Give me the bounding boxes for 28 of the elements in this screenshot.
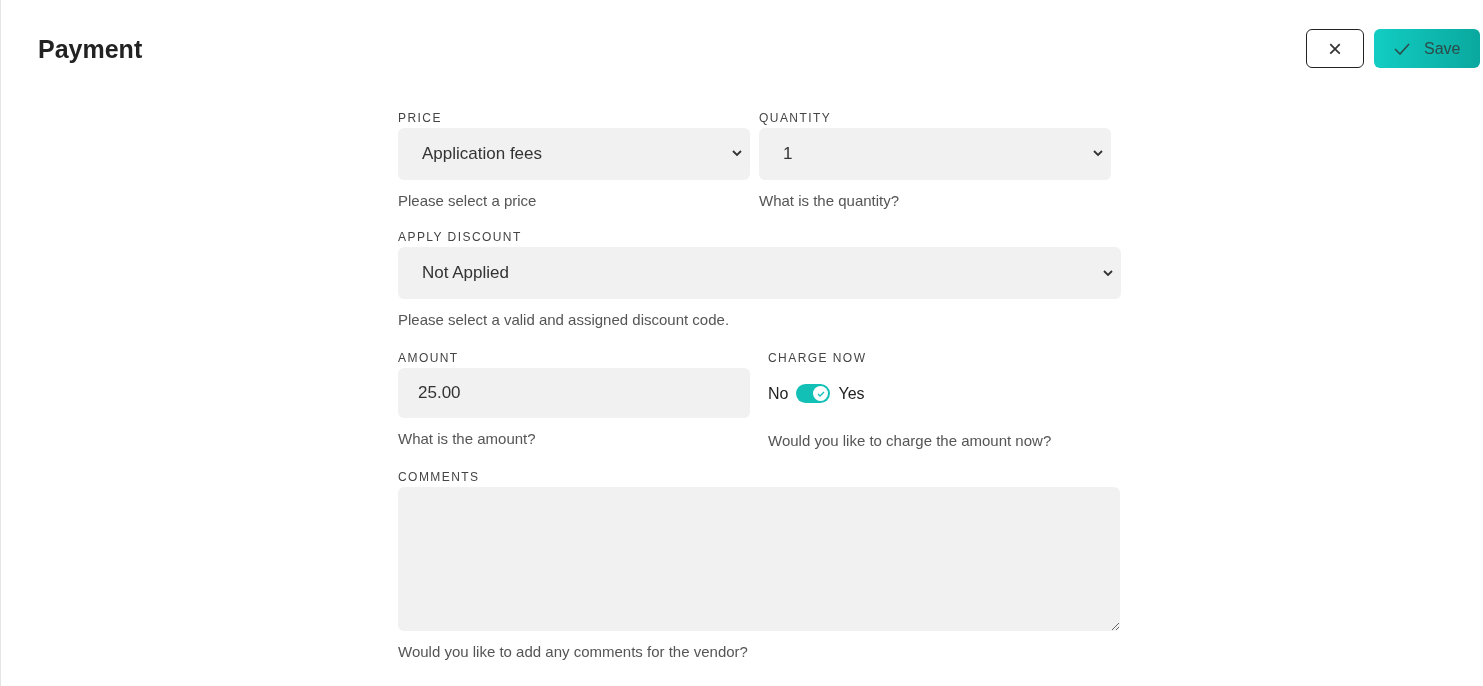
help-text: What is the amount? xyxy=(398,428,537,449)
check-icon xyxy=(1394,42,1410,55)
select-field[interactable]: 1 xyxy=(759,127,1111,180)
help-text: Would you like to charge the amount now? xyxy=(768,430,1053,451)
help-text: What is the quantity? xyxy=(759,190,901,211)
toggle-switch[interactable] xyxy=(796,384,831,403)
select-field[interactable]: Application fees xyxy=(398,127,750,180)
help-text: Please select a valid and assigned discount code. xyxy=(398,310,731,330)
chevron-down-icon xyxy=(1093,150,1103,157)
field-label: APPLY DISCOUNT xyxy=(398,229,523,246)
toggle-on-label: Yes xyxy=(838,383,865,404)
comments-field[interactable] xyxy=(398,487,1120,631)
field-label: AMOUNT xyxy=(398,349,460,367)
save-button[interactable]: Save xyxy=(1374,29,1480,68)
input-field[interactable]: 25.00 xyxy=(398,367,750,418)
close-button[interactable]: × xyxy=(1306,29,1364,68)
check-icon xyxy=(816,390,825,397)
help-text: Would you like to add any comments for the vendor? xyxy=(398,642,749,662)
page-title: Payment xyxy=(38,34,143,65)
help-text: Please select a price xyxy=(398,190,538,211)
field-label: CHARGE NOW xyxy=(768,349,868,367)
select-field[interactable]: Not Applied xyxy=(398,247,1121,299)
toggle-off-label: No xyxy=(768,383,789,404)
chevron-down-icon xyxy=(1103,269,1113,277)
field-label: COMMENTS xyxy=(398,469,481,486)
chevron-down-icon xyxy=(732,150,742,157)
field-label: PRICE xyxy=(398,109,443,127)
field-label: QUANTITY xyxy=(759,109,833,127)
